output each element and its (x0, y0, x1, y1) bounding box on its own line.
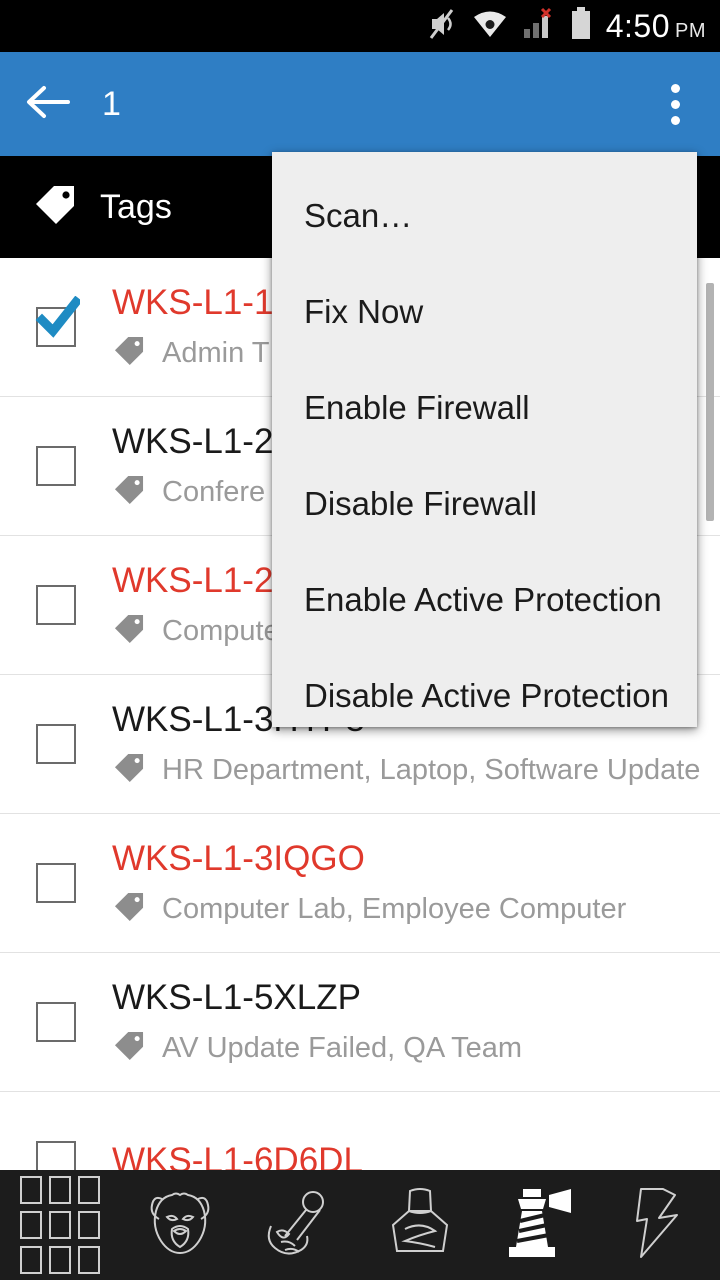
device-tags-label: HR Department, Laptop, Software Update (162, 753, 701, 786)
nav-item-bear[interactable] (120, 1170, 240, 1280)
menu-item[interactable]: Enable Active Protection (272, 552, 697, 648)
table-row[interactable]: WKS-L1-6D6DL (0, 1092, 720, 1170)
app-bar: 1 (0, 52, 720, 156)
clock-time: 4:50 (605, 7, 670, 44)
row-checkbox[interactable] (0, 863, 112, 903)
table-row[interactable]: WKS-L1-5XLZP AV Update Failed, QA Team (0, 953, 720, 1092)
device-tags: Compute (112, 614, 280, 649)
menu-item[interactable]: Disable Firewall (272, 456, 697, 552)
nav-item-profile[interactable] (360, 1170, 480, 1280)
row-checkbox[interactable] (0, 724, 112, 764)
row-checkbox[interactable] (0, 1141, 112, 1170)
bottom-navigation-bar (0, 1170, 720, 1280)
overflow-menu-icon (670, 83, 680, 125)
row-content: WKS-L1-5XLZP AV Update Failed, QA Team (112, 979, 522, 1066)
status-bar-clock: 4:50 PM (606, 8, 706, 45)
tag-icon (112, 614, 146, 649)
row-checkbox[interactable] (0, 585, 112, 625)
device-tags-label: Computer Lab, Employee Computer (162, 892, 627, 925)
bear-face-icon (139, 1187, 221, 1264)
tag-icon (112, 475, 146, 510)
tag-icon (112, 892, 146, 927)
row-checkbox[interactable] (0, 1002, 112, 1042)
apps-grid-icon (20, 1176, 100, 1274)
menu-item[interactable]: Enable Firewall (272, 360, 697, 456)
row-checkbox[interactable] (0, 446, 112, 486)
app-screen: 4:50 PM 1 Tags WKS-L1-1 Admin T WKS-L1-2… (0, 0, 720, 1280)
device-name: WKS-L1-1 (112, 283, 274, 322)
tag-icon (112, 1031, 146, 1066)
cellular-signal-error-icon (522, 7, 556, 46)
row-content: WKS-L1-2 Confere (112, 423, 273, 510)
nav-item-lighthouse[interactable] (480, 1170, 600, 1280)
wifi-icon (472, 9, 508, 44)
tags-header-label: Tags (100, 187, 172, 226)
overflow-menu-popup[interactable]: Scan… Fix Now Enable Firewall Disable Firew… (272, 152, 697, 727)
menu-item[interactable]: Disable Active Protection (272, 648, 697, 727)
table-row[interactable]: WKS-L1-3IQGO Computer Lab, Employee Compu… (0, 814, 720, 953)
device-tags: Computer Lab, Employee Computer (112, 892, 626, 927)
back-arrow-icon (24, 82, 72, 127)
mute-icon (428, 7, 458, 46)
back-button[interactable] (0, 52, 96, 156)
device-tags-label: Confere (162, 475, 266, 508)
device-tags-label: AV Update Failed, QA Team (162, 1031, 523, 1064)
list-scrollbar[interactable] (706, 283, 714, 521)
device-tags-label: Compute (162, 614, 280, 647)
battery-icon (570, 6, 592, 46)
row-content: WKS-L1-2 Compute (112, 562, 280, 649)
hand-holding-phone-icon (261, 1186, 339, 1265)
status-icons (428, 6, 592, 46)
nav-item-apps[interactable] (0, 1170, 120, 1280)
status-bar: 4:50 PM (0, 0, 720, 52)
lighthouse-icon (501, 1185, 579, 1266)
menu-item[interactable]: Scan… (272, 168, 697, 264)
device-name: WKS-L1-2 (112, 422, 274, 461)
tag-icon (32, 185, 78, 230)
device-tags: AV Update Failed, QA Team (112, 1031, 522, 1066)
tag-icon (112, 753, 146, 788)
person-bust-icon (383, 1185, 457, 1266)
menu-item[interactable]: Fix Now (272, 264, 697, 360)
device-name: WKS-L1-6D6DL (112, 1142, 363, 1170)
row-content: WKS-L1-1 Admin T (112, 284, 273, 371)
nav-item-alerts[interactable] (600, 1170, 720, 1280)
page-title: 1 (102, 84, 121, 123)
clock-ampm: PM (675, 19, 706, 42)
row-content: WKS-L1-6D6DL (112, 1142, 363, 1170)
device-name: WKS-L1-5XLZP (112, 978, 361, 1017)
lightning-bolt-icon (633, 1185, 687, 1266)
device-tags: HR Department, Laptop, Software Update (112, 753, 700, 788)
checkmark-icon (35, 296, 80, 338)
overflow-menu-button[interactable] (630, 52, 720, 156)
nav-item-support[interactable] (240, 1170, 360, 1280)
device-tags-label: Admin T (162, 336, 270, 369)
row-content: WKS-L1-3IQGO Computer Lab, Employee Compu… (112, 840, 626, 927)
device-tags: Admin T (112, 336, 273, 371)
device-tags: Confere (112, 475, 273, 510)
device-name: WKS-L1-2 (112, 561, 274, 600)
row-checkbox[interactable] (0, 296, 112, 347)
tag-icon (112, 336, 146, 371)
device-name: WKS-L1-3IQGO (112, 839, 365, 878)
